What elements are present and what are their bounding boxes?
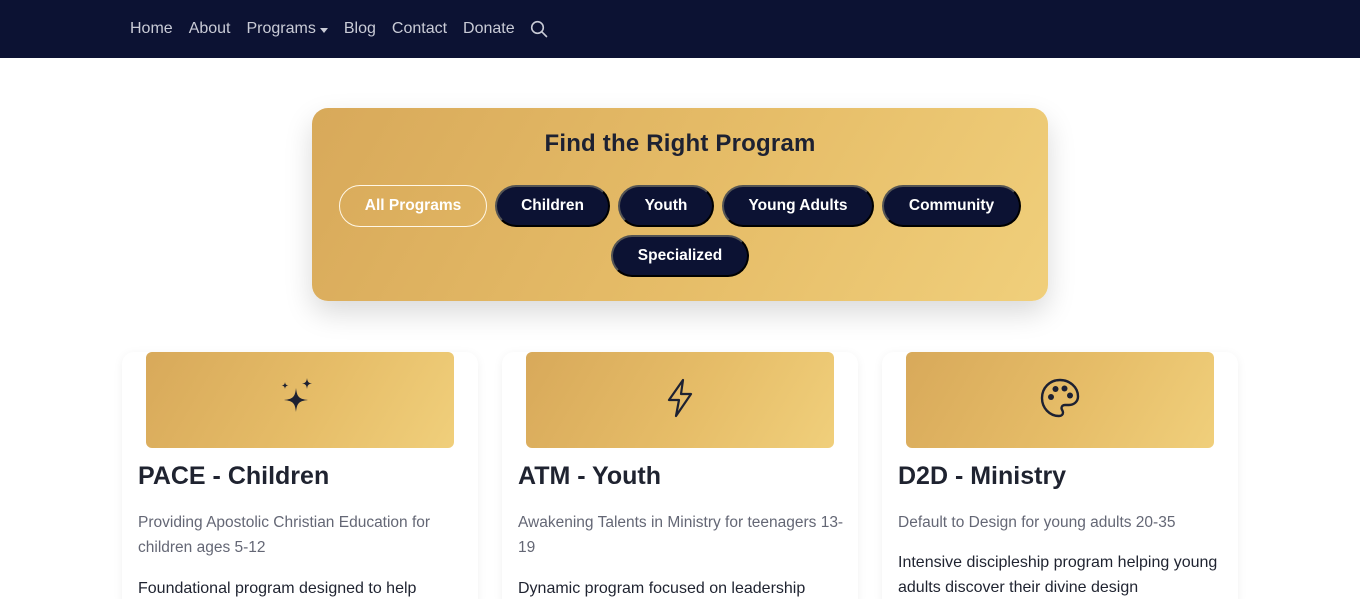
program-card-atm[interactable]: ATM - Youth Awakening Talents in Ministr… bbox=[502, 352, 858, 599]
card-banner bbox=[906, 352, 1214, 448]
program-card-pace[interactable]: PACE - Children Providing Apostolic Chri… bbox=[122, 352, 478, 599]
card-banner bbox=[526, 352, 834, 448]
program-card-d2d[interactable]: D2D - Ministry Default to Design for you… bbox=[882, 352, 1238, 599]
top-navbar: Home About Programs Blog Contact Donate bbox=[0, 0, 1360, 58]
palette-icon bbox=[1039, 377, 1081, 424]
search-icon[interactable] bbox=[529, 19, 549, 39]
nav-donate-label: Donate bbox=[463, 20, 515, 37]
caret-down-icon bbox=[319, 27, 328, 33]
card-subtitle: Awakening Talents in Ministry for teenag… bbox=[518, 514, 844, 556]
card-description: Intensive discipleship program helping y… bbox=[898, 554, 1218, 596]
sparkles-icon bbox=[280, 376, 320, 425]
card-title: D2D - Ministry bbox=[898, 462, 1067, 490]
lightning-icon bbox=[664, 378, 696, 423]
filter-title: Find the Right Program bbox=[544, 130, 816, 157]
filter-chip-all-programs[interactable]: All Programs bbox=[339, 185, 487, 227]
nav-links: Home About Programs Blog Contact Donate bbox=[130, 0, 549, 58]
nav-about-link[interactable]: About bbox=[189, 20, 231, 38]
nav-programs-dropdown[interactable]: Programs bbox=[247, 20, 328, 38]
filter-chip-children[interactable]: Children bbox=[495, 185, 610, 227]
filter-chip-community[interactable]: Community bbox=[882, 185, 1021, 227]
nav-programs-label: Programs bbox=[246, 20, 316, 37]
card-description: Foundational program designed to help bbox=[138, 580, 417, 597]
nav-blog-label: Blog bbox=[343, 20, 376, 37]
filter-chip-row: All Programs Children Youth Young Adults… bbox=[312, 185, 1048, 227]
filter-chip-youth[interactable]: Youth bbox=[618, 185, 714, 227]
card-subtitle: Providing Apostolic Christian Education … bbox=[138, 514, 431, 556]
card-title: ATM - Youth bbox=[518, 462, 662, 490]
card-description: Dynamic program focused on leadership bbox=[518, 580, 806, 597]
program-filter-panel: Find the Right Program All Programs Chil… bbox=[312, 108, 1048, 301]
nav-donate-link[interactable]: Donate bbox=[463, 20, 515, 38]
nav-contact-label: Contact bbox=[391, 20, 448, 37]
nav-home-link[interactable]: Home bbox=[130, 20, 173, 38]
nav-blog-link[interactable]: Blog bbox=[344, 20, 376, 38]
filter-chip-specialized[interactable]: Specialized bbox=[611, 235, 749, 277]
card-subtitle: Default to Design for young adults 20-35 bbox=[898, 514, 1176, 531]
nav-home-label: Home bbox=[130, 20, 173, 37]
nav-contact-link[interactable]: Contact bbox=[392, 20, 447, 38]
filter-chip-young-adults[interactable]: Young Adults bbox=[722, 185, 874, 227]
card-title: PACE - Children bbox=[138, 462, 330, 490]
filter-chip-row-2: Specialized bbox=[312, 235, 1048, 277]
card-banner bbox=[146, 352, 454, 448]
nav-about-label: About bbox=[188, 20, 231, 37]
